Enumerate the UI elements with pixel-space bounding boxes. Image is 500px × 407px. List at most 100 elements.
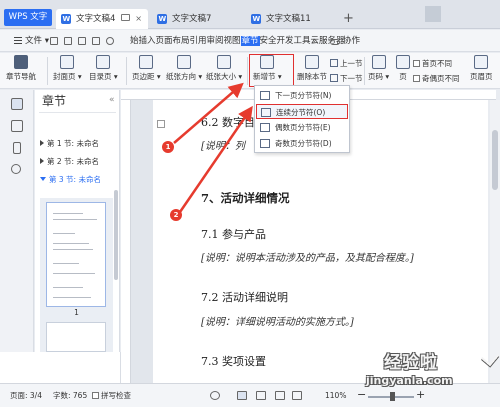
page-numbering-button[interactable]: 页 <box>396 55 410 82</box>
menu-item-odd-page-section-break[interactable]: 奇数页分节符(D) <box>256 136 348 151</box>
prev-section-icon <box>330 59 338 67</box>
collapse-panel-icon[interactable]: « <box>109 95 115 105</box>
chapter-item-2[interactable]: 第 2 节: 未命名 <box>40 156 99 168</box>
zoom-slider-handle[interactable] <box>390 392 395 401</box>
monitor-icon[interactable] <box>121 14 130 21</box>
header-footer-icon <box>474 55 489 69</box>
left-icon-bar <box>0 90 34 352</box>
paper-size-icon <box>217 55 232 69</box>
scrollbar-thumb[interactable] <box>492 130 498 190</box>
divider <box>126 57 127 85</box>
avatar[interactable] <box>425 6 441 22</box>
step-badge-2: 2 <box>170 209 182 221</box>
navigation-icon[interactable] <box>11 120 23 132</box>
export-pdf-icon[interactable] <box>64 37 72 45</box>
write-mode-icon[interactable] <box>292 391 302 400</box>
save-icon[interactable] <box>50 37 58 45</box>
menu-item-even-page-section-break[interactable]: 偶数页分节符(E) <box>256 120 348 135</box>
delete-section-button[interactable]: 删除本节 <box>297 55 327 82</box>
paper-size-button[interactable]: 纸张大小 ▾ <box>206 55 242 82</box>
ribbon-tabs-left[interactable]: 始插入页面布局引用审阅视图 <box>130 36 241 46</box>
checkbox-icon <box>413 60 420 67</box>
new-section-dropdown: 下一页分节符(N) 连续分节符(O) 偶数页分节符(E) 奇数页分节符(D) <box>254 85 350 153</box>
page-number-icon <box>371 55 386 69</box>
step-badge-1: 1 <box>162 141 174 153</box>
heading-7-1: 7.1 参与产品 <box>201 228 266 241</box>
divider <box>247 57 248 85</box>
search-icon[interactable] <box>11 164 21 174</box>
close-tab-icon[interactable]: × <box>135 9 142 29</box>
word-count[interactable]: 字数: 765 <box>53 390 87 401</box>
margins-icon <box>139 55 154 69</box>
vertical-ruler-bottom <box>121 352 131 383</box>
spell-check[interactable]: 拼写检查 <box>92 390 131 401</box>
eye-icon[interactable] <box>210 391 220 400</box>
page-thumbnail[interactable] <box>46 202 106 307</box>
wps-logo-button[interactable]: WPS 文字 <box>4 9 52 26</box>
vertical-ruler[interactable] <box>121 100 131 352</box>
expand-icon[interactable] <box>40 158 44 164</box>
prev-section-button[interactable]: 上一节 <box>330 58 363 69</box>
watermark-logo: 经验啦 jingyanla.com <box>362 347 500 393</box>
odd-even-different-checkbox[interactable]: 奇偶页不同 <box>413 73 460 84</box>
preview-icon[interactable] <box>92 37 100 45</box>
title-tab-bar: WPS 文字 文字文稿4 × 文字文稿7 文字文稿11 + <box>0 0 500 29</box>
heading-7-3: 7.3 奖项设置 <box>201 355 266 368</box>
header-footer-button[interactable]: 页眉页 <box>470 55 493 82</box>
next-section-button[interactable]: 下一节 <box>330 73 363 84</box>
chapter-icon[interactable] <box>11 98 23 110</box>
heading-7-2: 7.2 活动详细说明 <box>201 291 288 304</box>
document-scrollbar[interactable] <box>490 100 500 352</box>
chapter-nav-icon <box>14 55 28 69</box>
outline-view-icon[interactable] <box>256 391 266 400</box>
file-menu[interactable]: 文件 ▾ <box>14 34 49 48</box>
chapter-item-1[interactable]: 第 1 节: 未命名 <box>40 138 99 150</box>
checkbox-icon <box>413 75 420 82</box>
expand-icon[interactable] <box>40 140 44 146</box>
panel-scrollbar[interactable] <box>114 190 118 280</box>
zoom-level[interactable]: 110% <box>325 390 346 401</box>
document-icon <box>157 9 167 29</box>
thumbnail-page-number: 1 <box>74 308 79 317</box>
divider <box>364 57 365 85</box>
delete-section-icon <box>305 55 319 69</box>
undo-icon[interactable] <box>106 37 114 45</box>
bookmark-icon[interactable] <box>13 142 21 154</box>
chapter-panel-bottom <box>0 352 121 383</box>
note-7-2: [说明：详细说明活动的实施方式。] <box>201 317 354 328</box>
chapter-nav-button[interactable]: 章节导航 <box>6 55 36 82</box>
page-number-button[interactable]: 页码 ▾ <box>368 55 389 82</box>
tab-document-7[interactable]: 文字文稿7 <box>152 9 244 29</box>
menu-item-continuous-section-break[interactable]: 连续分节符(O) <box>256 104 348 119</box>
note-7-1: [说明：说明本活动涉及的产品，及其配合程度。] <box>201 253 414 264</box>
first-page-different-checkbox[interactable]: 首页不同 <box>413 58 452 69</box>
page-thumbnail[interactable] <box>46 322 106 352</box>
cowork-button[interactable]: 协作 <box>343 34 360 48</box>
note-6-2: [说明：列 <box>201 141 245 152</box>
page-indicator[interactable]: 页面: 3/4 <box>10 390 42 401</box>
web-view-icon[interactable] <box>275 391 285 400</box>
watermark-text: 经验啦 <box>384 353 438 373</box>
ribbon-scroll-right-icon[interactable]: › <box>313 35 317 47</box>
tab-chapter[interactable]: 章节 <box>240 36 260 46</box>
tab-document-11[interactable]: 文字文稿11 <box>246 9 338 29</box>
menu-icon <box>14 37 22 44</box>
chapter-item-3[interactable]: 第 3 节: 未命名 <box>40 174 101 186</box>
collapse-icon[interactable] <box>40 177 46 181</box>
new-tab-button[interactable]: + <box>343 12 354 25</box>
page-numbering-icon <box>396 55 410 69</box>
odd-page-break-icon <box>260 139 270 148</box>
print-icon[interactable] <box>78 37 86 45</box>
page-view-icon[interactable] <box>237 391 247 400</box>
menu-item-next-page-section-break[interactable]: 下一页分节符(N) <box>256 88 348 103</box>
orientation-button[interactable]: 纸张方向 ▾ <box>166 55 202 82</box>
toc-page-button[interactable]: 目录页 ▾ <box>89 55 118 82</box>
tab-label: 文字文稿11 <box>266 14 311 24</box>
page-thumbnails: 1 <box>40 198 113 352</box>
cover-page-icon <box>60 55 75 69</box>
watermark-url: jingyanla.com <box>366 374 453 387</box>
margins-button[interactable]: 页边距 ▾ <box>132 55 161 82</box>
divider <box>47 57 48 85</box>
cover-page-button[interactable]: 封面页 ▾ <box>53 55 82 82</box>
tab-document-4[interactable]: 文字文稿4 × <box>56 9 148 29</box>
